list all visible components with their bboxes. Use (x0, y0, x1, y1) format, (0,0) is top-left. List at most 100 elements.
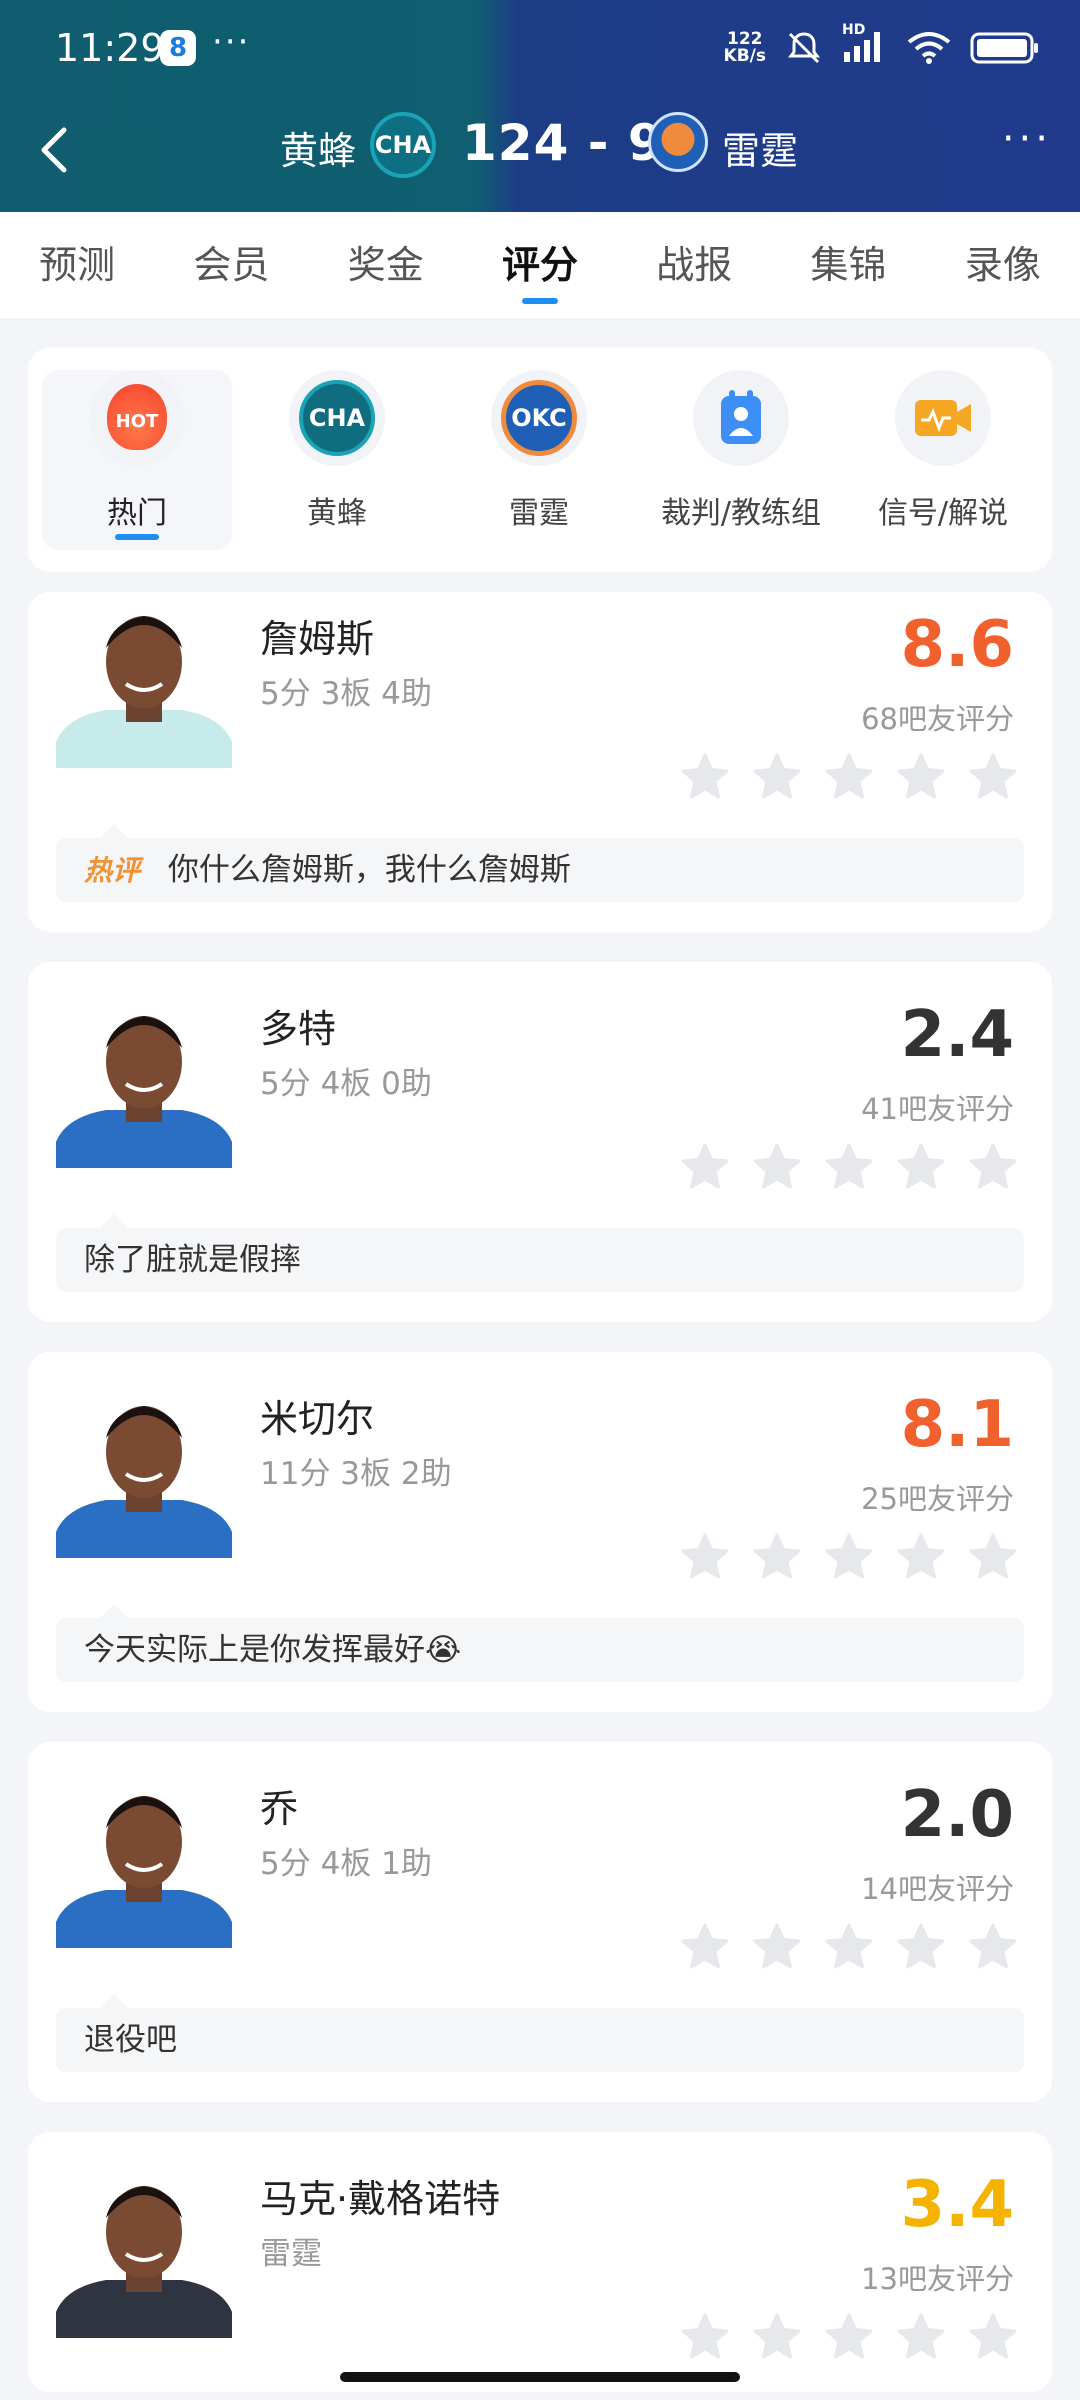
star-rating-input[interactable] (680, 1142, 1018, 1192)
hornets-logo-icon: CHA (289, 370, 385, 466)
star-icon[interactable] (968, 752, 1018, 802)
rater-count: 41吧友评分 (861, 1092, 1014, 1126)
player-stats: 11分 3板 2助 (260, 1456, 452, 1492)
star-icon[interactable] (824, 1532, 874, 1582)
star-rating-input[interactable] (680, 752, 1018, 802)
star-icon[interactable] (968, 1142, 1018, 1192)
player-stats: 5分 4板 1助 (260, 1846, 432, 1882)
star-icon[interactable] (896, 1532, 946, 1582)
tab-bonus[interactable]: 奖金 (309, 212, 463, 318)
star-icon[interactable] (896, 1142, 946, 1192)
player-rating-card[interactable]: 马克·戴格诺特 雷霆 3.4 13吧友评分 (28, 2132, 1052, 2392)
category-thunder[interactable]: OKC 雷霆 (444, 370, 634, 550)
hot-comment[interactable]: 除了脏就是假摔 (56, 1214, 1024, 1292)
rater-count: 14吧友评分 (861, 1872, 1014, 1906)
status-time: 11:29 (55, 26, 165, 70)
wifi-icon (907, 32, 951, 64)
hot-comment[interactable]: 今天实际上是你发挥最好😭 (56, 1604, 1024, 1682)
mute-bell-icon (788, 32, 820, 64)
comment-text: 除了脏就是假摔 (84, 1242, 301, 1278)
star-icon[interactable] (896, 752, 946, 802)
more-options-icon[interactable]: ··· (1002, 116, 1052, 162)
status-more-dots: ··· (212, 22, 251, 62)
star-icon[interactable] (680, 752, 730, 802)
star-icon[interactable] (680, 1922, 730, 1972)
player-avatar (56, 616, 232, 768)
star-icon[interactable] (752, 1922, 802, 1972)
player-rating-card[interactable]: 詹姆斯 5分 3板 4助 8.6 68吧友评分 热评 你什么詹姆斯，我什么詹姆斯 (28, 592, 1052, 932)
comment-text: 今天实际上是你发挥最好😭 (84, 1632, 462, 1668)
star-icon[interactable] (968, 1532, 1018, 1582)
player-avatar (56, 1406, 232, 1558)
app-notification-icon: 8 (160, 30, 196, 66)
player-name: 多特 (260, 1007, 337, 1051)
star-icon[interactable] (968, 2312, 1018, 2362)
player-rating-card[interactable]: 乔 5分 4板 1助 2.0 14吧友评分 退役吧 (28, 1742, 1052, 2102)
player-stats: 雷霆 (260, 2236, 322, 2272)
category-hornets[interactable]: CHA 黄蜂 (242, 370, 432, 550)
away-team-name: 雷霆 (722, 129, 799, 173)
tab-replay[interactable]: 录像 (926, 212, 1080, 318)
home-indicator[interactable] (340, 2372, 740, 2382)
hot-comment[interactable]: 退役吧 (56, 1994, 1024, 2072)
rating-score: 8.6 (900, 608, 1014, 682)
player-stats: 5分 3板 4助 (260, 676, 432, 712)
player-name: 詹姆斯 (260, 617, 375, 661)
star-rating-input[interactable] (680, 1532, 1018, 1582)
thunder-logo-icon: OKC (491, 370, 587, 466)
star-rating-input[interactable] (680, 1922, 1018, 1972)
star-icon[interactable] (680, 1142, 730, 1192)
star-icon[interactable] (752, 1532, 802, 1582)
rating-score: 2.0 (900, 1778, 1014, 1852)
category-referee-coach[interactable]: 裁判/教练组 (646, 370, 836, 550)
star-icon[interactable] (896, 1922, 946, 1972)
tab-report[interactable]: 战报 (617, 212, 771, 318)
tab-bar: 预测 会员 奖金 评分 战报 集锦 录像 (0, 212, 1080, 318)
comment-text: 退役吧 (84, 2022, 177, 2058)
hot-comment-tag: 热评 (84, 854, 141, 887)
hot-comment[interactable]: 热评 你什么詹姆斯，我什么詹姆斯 (56, 824, 1024, 902)
rating-score: 8.1 (900, 1388, 1014, 1462)
star-icon[interactable] (824, 2312, 874, 2362)
match-header: 11:29 8 ··· 122 KB/s HD 黄蜂 CHA 124 - 97 … (0, 0, 1080, 212)
category-selector: HOT 热门 CHA 黄蜂 OKC 雷霆 裁判/教练组 信号/解说 (28, 348, 1052, 572)
category-broadcast[interactable]: 信号/解说 (848, 370, 1038, 550)
status-bar: 11:29 8 ··· 122 KB/s HD (0, 0, 1080, 100)
net-speed: 122 KB/s (723, 29, 766, 66)
rating-score: 3.4 (900, 2168, 1014, 2242)
back-arrow-icon[interactable] (30, 120, 80, 180)
title-bar: 黄蜂 CHA 124 - 97 雷霆 ··· (0, 100, 1080, 200)
status-right: 122 KB/s HD (723, 22, 1040, 68)
category-hot[interactable]: HOT 热门 (42, 370, 232, 550)
rating-score: 2.4 (900, 998, 1014, 1072)
rater-count: 25吧友评分 (861, 1482, 1014, 1516)
star-icon[interactable] (752, 1142, 802, 1192)
player-rating-card[interactable]: 米切尔 11分 3板 2助 8.1 25吧友评分 今天实际上是你发挥最好😭 (28, 1352, 1052, 1712)
signal-icon: HD (842, 22, 888, 68)
player-avatar (56, 1016, 232, 1168)
star-icon[interactable] (968, 1922, 1018, 1972)
rater-count: 68吧友评分 (861, 702, 1014, 736)
comment-text: 你什么詹姆斯，我什么詹姆斯 (167, 852, 571, 888)
star-icon[interactable] (896, 2312, 946, 2362)
star-icon[interactable] (680, 1532, 730, 1582)
tab-highlights[interactable]: 集锦 (771, 212, 925, 318)
battery-icon (970, 32, 1038, 64)
player-name: 马克·戴格诺特 (260, 2177, 501, 2221)
star-icon[interactable] (752, 752, 802, 802)
player-rating-card[interactable]: 多特 5分 4板 0助 2.4 41吧友评分 除了脏就是假摔 (28, 962, 1052, 1322)
star-icon[interactable] (680, 2312, 730, 2362)
player-name: 乔 (260, 1787, 299, 1831)
star-icon[interactable] (824, 752, 874, 802)
star-rating-input[interactable] (680, 2312, 1018, 2362)
hornets-logo-icon: CHA (370, 112, 436, 178)
rater-count: 13吧友评分 (861, 2262, 1014, 2296)
star-icon[interactable] (824, 1922, 874, 1972)
star-icon[interactable] (752, 2312, 802, 2362)
tab-membership[interactable]: 会员 (154, 212, 308, 318)
broadcast-icon (895, 370, 991, 466)
star-icon[interactable] (824, 1142, 874, 1192)
tab-ratings[interactable]: 评分 (463, 212, 617, 318)
tab-prediction[interactable]: 预测 (0, 212, 154, 318)
referee-icon (693, 370, 789, 466)
